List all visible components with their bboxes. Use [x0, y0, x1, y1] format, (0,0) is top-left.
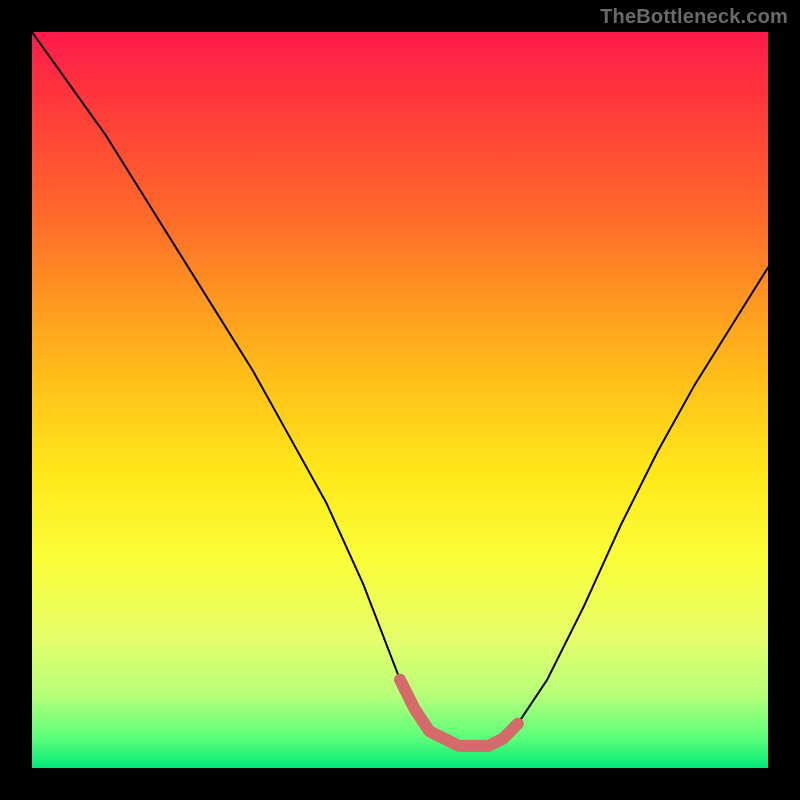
chart-frame: TheBottleneck.com	[0, 0, 800, 800]
plot-area	[32, 32, 768, 768]
main-curve-path	[32, 32, 768, 746]
flat-bottom-highlight	[400, 680, 518, 746]
bottleneck-curve	[32, 32, 768, 768]
watermark-text: TheBottleneck.com	[600, 6, 788, 29]
